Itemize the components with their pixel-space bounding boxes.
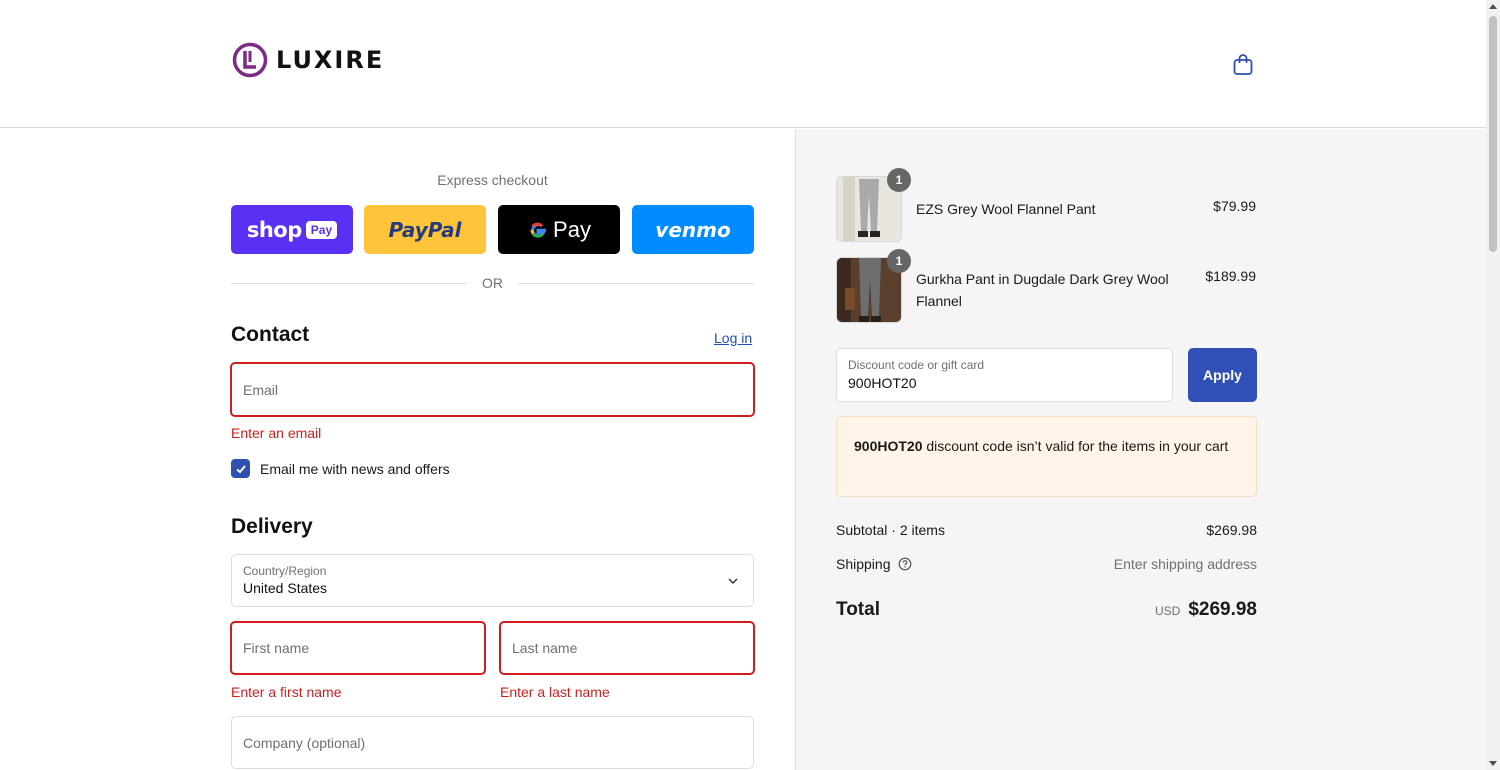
subtotal-label: Subtotal · 2 items [836, 522, 945, 538]
first-name-placeholder: First name [243, 640, 310, 656]
last-name-field[interactable]: Last name [499, 621, 755, 675]
discount-value: 900HOT20 [848, 375, 917, 391]
total-amount-group: USD $269.98 [1155, 599, 1257, 621]
scroll-down-icon[interactable] [1489, 761, 1497, 766]
quantity-badge: 1 [887, 168, 911, 192]
email-field[interactable]: Email [230, 362, 755, 417]
shopping-bag-icon[interactable] [1231, 52, 1255, 76]
shop-pay-wordmark: shop [246, 217, 302, 242]
paypal-wordmark: PayPal [388, 217, 462, 242]
item-name: Gurkha Pant in Dugdale Dark Grey Wool Fl… [916, 271, 1169, 309]
last-name-placeholder: Last name [512, 640, 578, 656]
venmo-wordmark: venmo [655, 217, 731, 242]
google-g-icon [530, 222, 547, 238]
quantity-badge: 1 [887, 249, 911, 273]
item-name: EZS Grey Wool Flannel Pant [916, 201, 1096, 217]
google-pay-button[interactable]: Pay [498, 205, 620, 254]
last-name-error: Enter a last name [500, 684, 610, 700]
country-value: United States [243, 580, 328, 596]
newsletter-label: Email me with news and offers [260, 461, 450, 477]
discount-code-input[interactable]: Discount code or gift card 900HOT20 [836, 348, 1173, 402]
shipping-row: Shipping Enter shipping address [836, 556, 1257, 572]
header: LUXIRE [0, 0, 1486, 128]
help-circle-icon[interactable] [898, 557, 912, 571]
shipping-value: Enter shipping address [1113, 556, 1257, 572]
brand-name: LUXIRE [276, 46, 385, 74]
subtotal-row: Subtotal · 2 items $269.98 [836, 522, 1257, 538]
venmo-button[interactable]: venmo [632, 205, 754, 254]
contact-heading: Contact [231, 323, 310, 346]
discount-label: Discount code or gift card [848, 358, 985, 372]
email-error: Enter an email [231, 425, 322, 441]
scroll-up-icon[interactable] [1489, 4, 1497, 9]
cart-item: 1 EZS Grey Wool Flannel Pant $79.99 [836, 168, 1256, 242]
newsletter-checkbox[interactable] [231, 459, 250, 478]
page-scrollbar[interactable] [1486, 0, 1500, 770]
first-name-error: Enter a first name [231, 684, 342, 700]
paypal-button[interactable]: PayPal [364, 205, 486, 254]
google-pay-wordmark: Pay [553, 216, 591, 242]
notice-text: discount code isn’t valid for the items … [922, 438, 1229, 454]
company-placeholder: Company (optional) [243, 734, 366, 751]
luxire-logo-icon [232, 42, 268, 78]
item-price: $189.99 [1205, 268, 1256, 284]
chevron-down-icon [728, 578, 738, 585]
currency-code: USD [1154, 604, 1181, 618]
country-select[interactable]: Country/Region United States [231, 554, 754, 607]
scroll-thumb[interactable] [1489, 16, 1497, 252]
country-label: Country/Region [243, 564, 327, 578]
first-name-field[interactable]: First name [230, 621, 486, 675]
checkmark-icon [235, 464, 246, 473]
email-placeholder: Email [243, 381, 279, 398]
express-checkout-label: Express checkout [437, 172, 548, 188]
checkout-form: Express checkout shop Pay PayPal Pay ven… [0, 129, 794, 770]
apply-discount-button[interactable]: Apply [1188, 348, 1257, 402]
total-label: Total [836, 599, 880, 620]
company-field[interactable]: Company (optional) [231, 716, 754, 769]
cart-item: 1 Gurkha Pant in Dugdale Dark Grey Wool … [836, 249, 1256, 323]
order-summary: 1 EZS Grey Wool Flannel Pant $79.99 1 Gu… [795, 129, 1486, 770]
item-price: $79.99 [1213, 198, 1256, 214]
or-text: OR [482, 275, 503, 291]
notice-code: 900HOT20 [854, 438, 923, 454]
delivery-heading: Delivery [231, 515, 313, 538]
login-link[interactable]: Log in [714, 330, 752, 346]
total-amount: $269.98 [1188, 599, 1257, 620]
subtotal-value: $269.98 [1206, 522, 1257, 538]
shipping-label: Shipping [836, 556, 891, 572]
total-row: Total USD $269.98 [836, 599, 1257, 621]
or-divider: OR [231, 275, 754, 293]
discount-error-notice: 900HOT20 discount code isn’t valid for t… [836, 416, 1257, 497]
shop-pay-button[interactable]: shop Pay [231, 205, 353, 254]
shop-pay-tag: Pay [305, 220, 338, 239]
brand-logo[interactable]: LUXIRE [232, 42, 384, 78]
